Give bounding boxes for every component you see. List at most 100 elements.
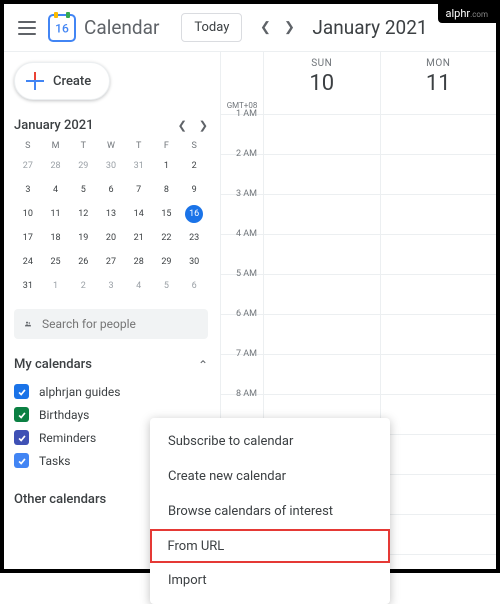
- time-slot[interactable]: [380, 235, 497, 274]
- mini-day-cell[interactable]: 15: [153, 205, 181, 223]
- mini-day-cell[interactable]: 31: [14, 277, 42, 295]
- today-button[interactable]: Today: [181, 13, 242, 42]
- mini-day-cell[interactable]: 30: [97, 157, 125, 175]
- mini-prev-month[interactable]: ❮: [178, 119, 187, 132]
- mini-day-cell[interactable]: 12: [69, 205, 97, 223]
- dow-cell: T: [69, 141, 97, 151]
- menu-item-import[interactable]: Import: [150, 563, 390, 598]
- mini-day-cell[interactable]: 9: [180, 181, 208, 199]
- mini-day-cell[interactable]: 25: [42, 253, 70, 271]
- next-week-button[interactable]: ❯: [280, 19, 298, 37]
- prev-week-button[interactable]: ❮: [256, 19, 274, 37]
- mini-day-cell[interactable]: 14: [125, 205, 153, 223]
- mini-day-cell[interactable]: 3: [14, 181, 42, 199]
- day-header: GMT+08 SUN 10 MON 11: [221, 52, 496, 114]
- mini-day-cell[interactable]: 11: [42, 205, 70, 223]
- mini-day-cell[interactable]: 21: [125, 229, 153, 247]
- mini-day-cell[interactable]: 29: [69, 157, 97, 175]
- day-column-header[interactable]: MON 11: [380, 52, 497, 114]
- mini-day-cell[interactable]: 4: [125, 277, 153, 295]
- mini-day-cell[interactable]: 19: [69, 229, 97, 247]
- mini-day-cell[interactable]: 10: [14, 205, 42, 223]
- time-slot[interactable]: [380, 475, 497, 514]
- time-slot[interactable]: [263, 315, 380, 354]
- time-slot[interactable]: [263, 155, 380, 194]
- mini-day-cell[interactable]: 23: [180, 229, 208, 247]
- time-slot[interactable]: [263, 355, 380, 394]
- time-slot[interactable]: [263, 235, 380, 274]
- time-slot[interactable]: [263, 275, 380, 314]
- mini-day-cell[interactable]: 17: [14, 229, 42, 247]
- mini-day-cell[interactable]: 24: [14, 253, 42, 271]
- mini-day-cell[interactable]: 2: [69, 277, 97, 295]
- mini-day-cell[interactable]: 5: [69, 181, 97, 199]
- mini-next-month[interactable]: ❯: [199, 119, 208, 132]
- checkbox-icon[interactable]: [14, 453, 29, 468]
- create-button[interactable]: Create: [14, 62, 110, 100]
- mini-calendar-header: January 2021 ❮ ❯: [14, 118, 208, 133]
- time-slot[interactable]: [380, 115, 497, 154]
- menu-item-browse-calendars-of-interest[interactable]: Browse calendars of interest: [150, 494, 390, 529]
- mini-day-cell[interactable]: 26: [69, 253, 97, 271]
- search-input[interactable]: [42, 317, 198, 331]
- search-people[interactable]: [14, 309, 208, 339]
- checkbox-icon[interactable]: [14, 407, 29, 422]
- mini-calendar-dow: SMTWTFS: [14, 141, 208, 151]
- mini-day-cell[interactable]: 8: [153, 181, 181, 199]
- hour-label: 3 AM: [221, 189, 263, 228]
- hour-label: 7 AM: [221, 349, 263, 388]
- time-slot[interactable]: [380, 355, 497, 394]
- time-slot[interactable]: [380, 155, 497, 194]
- watermark: alphr.com: [438, 4, 497, 23]
- menu-item-subscribe-to-calendar[interactable]: Subscribe to calendar: [150, 424, 390, 459]
- mini-day-cell[interactable]: 2: [180, 157, 208, 175]
- dow-cell: S: [14, 141, 42, 151]
- checkbox-icon[interactable]: [14, 430, 29, 445]
- week-nav: ❮ ❯: [256, 19, 298, 37]
- hamburger-icon[interactable]: [16, 17, 38, 39]
- mini-day-cell[interactable]: 29: [153, 253, 181, 271]
- mini-calendar-title: January 2021: [14, 118, 178, 133]
- mini-day-cell[interactable]: 4: [42, 181, 70, 199]
- time-slot[interactable]: [263, 195, 380, 234]
- time-slot[interactable]: [380, 435, 497, 474]
- mini-day-cell[interactable]: 31: [125, 157, 153, 175]
- time-slot[interactable]: [263, 115, 380, 154]
- time-slot[interactable]: [380, 195, 497, 234]
- time-slot[interactable]: [380, 515, 497, 554]
- people-icon: [24, 317, 32, 331]
- logo[interactable]: 16 Calendar: [48, 14, 159, 42]
- menu-item-create-new-calendar[interactable]: Create new calendar: [150, 459, 390, 494]
- calendar-item[interactable]: alphrjan guides: [14, 380, 208, 403]
- timezone-label: GMT+08: [221, 52, 263, 114]
- dow-cell: T: [125, 141, 153, 151]
- my-calendars-toggle[interactable]: My calendars ⌃: [14, 357, 208, 372]
- create-label: Create: [53, 74, 91, 89]
- mini-day-cell[interactable]: 16: [185, 205, 203, 223]
- time-slot[interactable]: [380, 275, 497, 314]
- time-slot[interactable]: [380, 555, 497, 594]
- mini-day-cell[interactable]: 5: [153, 277, 181, 295]
- mini-day-cell[interactable]: 27: [14, 157, 42, 175]
- mini-day-cell[interactable]: 18: [42, 229, 70, 247]
- hour-label: 5 AM: [221, 269, 263, 308]
- mini-day-cell[interactable]: 1: [153, 157, 181, 175]
- mini-day-cell[interactable]: 28: [125, 253, 153, 271]
- menu-item-from-url[interactable]: From URL: [150, 529, 390, 563]
- mini-day-cell[interactable]: 13: [97, 205, 125, 223]
- mini-day-cell[interactable]: 27: [97, 253, 125, 271]
- mini-day-cell[interactable]: 20: [97, 229, 125, 247]
- mini-day-cell[interactable]: 3: [97, 277, 125, 295]
- mini-day-cell[interactable]: 22: [153, 229, 181, 247]
- mini-day-cell[interactable]: 6: [97, 181, 125, 199]
- current-range-title: January 2021: [312, 16, 427, 39]
- day-column-header[interactable]: SUN 10: [263, 52, 380, 114]
- mini-day-cell[interactable]: 28: [42, 157, 70, 175]
- mini-day-cell[interactable]: 7: [125, 181, 153, 199]
- checkbox-icon[interactable]: [14, 384, 29, 399]
- mini-day-cell[interactable]: 6: [180, 277, 208, 295]
- time-slot[interactable]: [380, 315, 497, 354]
- time-slot[interactable]: [380, 395, 497, 434]
- mini-day-cell[interactable]: 30: [180, 253, 208, 271]
- mini-day-cell[interactable]: 1: [42, 277, 70, 295]
